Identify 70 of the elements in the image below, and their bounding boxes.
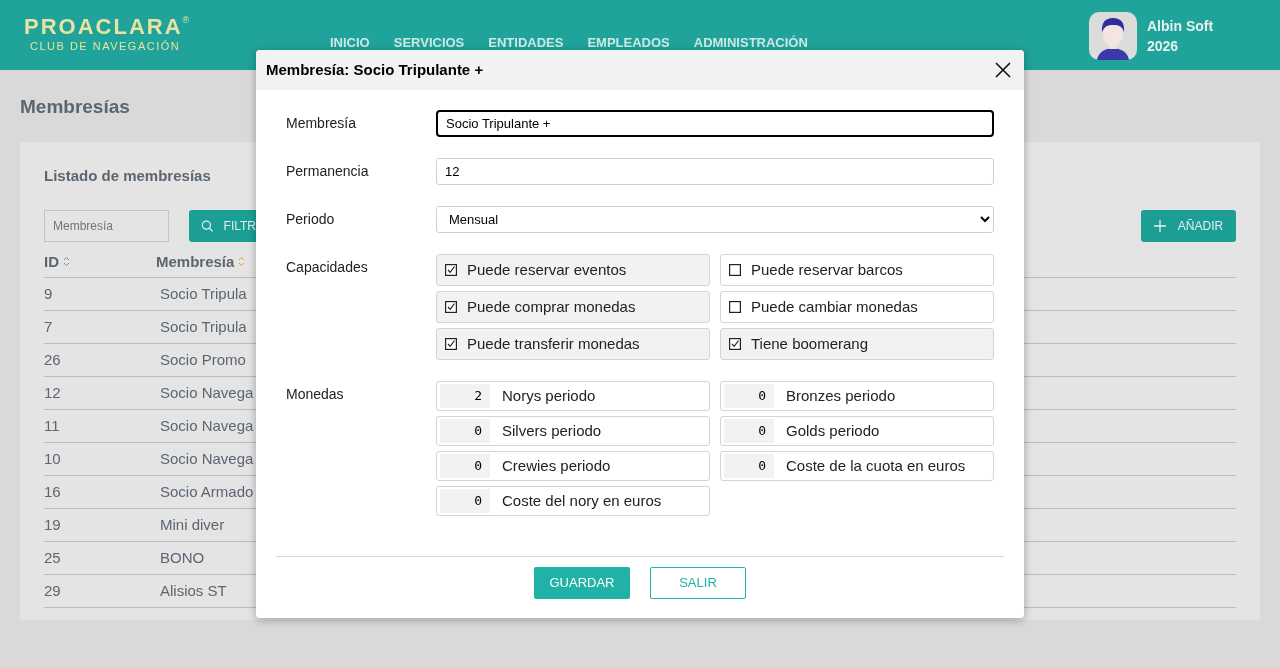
- table-cell-text: 7: [44, 316, 54, 337]
- table-cell-text: Socio Navega: [160, 448, 254, 469]
- avatar-icon[interactable]: [1089, 12, 1137, 60]
- number-field[interactable]: 0: [440, 419, 490, 443]
- period-select[interactable]: Mensual: [436, 206, 994, 233]
- page-title: Membresías: [20, 96, 131, 118]
- user-year: 2026: [1147, 37, 1180, 56]
- field-label: Membresía: [286, 114, 358, 133]
- checkbox-option[interactable]: Puede comprar monedas: [436, 291, 710, 323]
- column-header[interactable]: Membresía: [156, 250, 235, 273]
- table-cell-text: 26: [44, 349, 62, 370]
- logo-subtitle: CLUB DE NAVEGACIÓN: [29, 41, 182, 52]
- dialog-title: Membresía: Socio Tripulante +: [266, 59, 485, 80]
- field-label: Crewies periodo: [502, 455, 611, 476]
- checkbox-option[interactable]: Puede reservar barcos: [720, 254, 994, 286]
- table-cell-text: Socio Armado: [160, 481, 254, 502]
- checkbox-option[interactable]: Puede transferir monedas: [436, 328, 710, 360]
- field-label: Silvers periodo: [502, 420, 602, 441]
- field-label: Monedas: [286, 385, 345, 404]
- number-field[interactable]: 0: [440, 489, 490, 513]
- logo-title: PROACLARA: [24, 16, 183, 38]
- number-field[interactable]: 2: [440, 384, 490, 408]
- table-cell-text: Alisios ST: [160, 580, 227, 601]
- table-cell-text: 10: [44, 448, 62, 469]
- number-field[interactable]: 0: [724, 384, 774, 408]
- checked-box-icon: [445, 301, 457, 313]
- user-name: Albin Soft: [1147, 17, 1214, 36]
- column-header[interactable]: ID: [44, 250, 59, 273]
- checked-box-icon: [445, 338, 457, 350]
- checkbox-option[interactable]: Puede reservar eventos: [436, 254, 710, 286]
- table-cell-text: Mini diver: [160, 514, 225, 535]
- card-title: Listado de membresías: [44, 167, 211, 185]
- table-cell-text: 16: [44, 481, 62, 502]
- checkbox-option[interactable]: Puede cambiar monedas: [720, 291, 994, 323]
- filter-field[interactable]: Membresía: [44, 210, 169, 242]
- search-icon: [201, 219, 214, 233]
- sort-icon[interactable]: [63, 256, 70, 268]
- field-label: Coste del nory en euros: [502, 490, 662, 511]
- table-cell-text: Socio Tripula: [160, 316, 247, 337]
- input-field[interactable]: Socio Tripulante +: [436, 110, 994, 137]
- input-field[interactable]: 12: [436, 158, 994, 185]
- table-cell-text: Socio Navega: [160, 415, 254, 436]
- table-cell-text: Socio Promo: [160, 349, 246, 370]
- table-cell-text: Socio Navega: [160, 382, 254, 403]
- number-field[interactable]: 0: [724, 454, 774, 478]
- checkbox-option[interactable]: Tiene boomerang: [720, 328, 994, 360]
- registered-mark: ®: [182, 16, 190, 25]
- field-label: Coste de la cuota en euros: [786, 455, 966, 476]
- checkbox-icon: [729, 301, 741, 313]
- checked-box-icon: [445, 264, 457, 276]
- table-cell-text: Socio Tripula: [160, 283, 247, 304]
- field-label: Capacidades: [286, 258, 369, 277]
- number-field[interactable]: 0: [440, 454, 490, 478]
- plus-icon: [1153, 220, 1166, 232]
- table-cell-text: 12: [44, 382, 62, 403]
- table-cell-text: 19: [44, 514, 62, 535]
- checkbox-icon: [729, 264, 741, 276]
- table-cell-text: 9: [44, 283, 54, 304]
- number-field[interactable]: 0: [724, 419, 774, 443]
- table-cell-text: 29: [44, 580, 62, 601]
- table-cell-text: 11: [44, 415, 61, 436]
- field-label: Norys periodo: [502, 385, 596, 406]
- table-cell-text: 25: [44, 547, 62, 568]
- field-label: Periodo: [286, 210, 336, 229]
- table-cell-text: BONO: [160, 547, 205, 568]
- field-label: Golds periodo: [786, 420, 880, 441]
- field-label: Permanencia: [286, 162, 370, 181]
- close-icon[interactable]: [994, 61, 1012, 79]
- field-label: Bronzes periodo: [786, 385, 896, 406]
- checked-box-icon: [729, 338, 741, 350]
